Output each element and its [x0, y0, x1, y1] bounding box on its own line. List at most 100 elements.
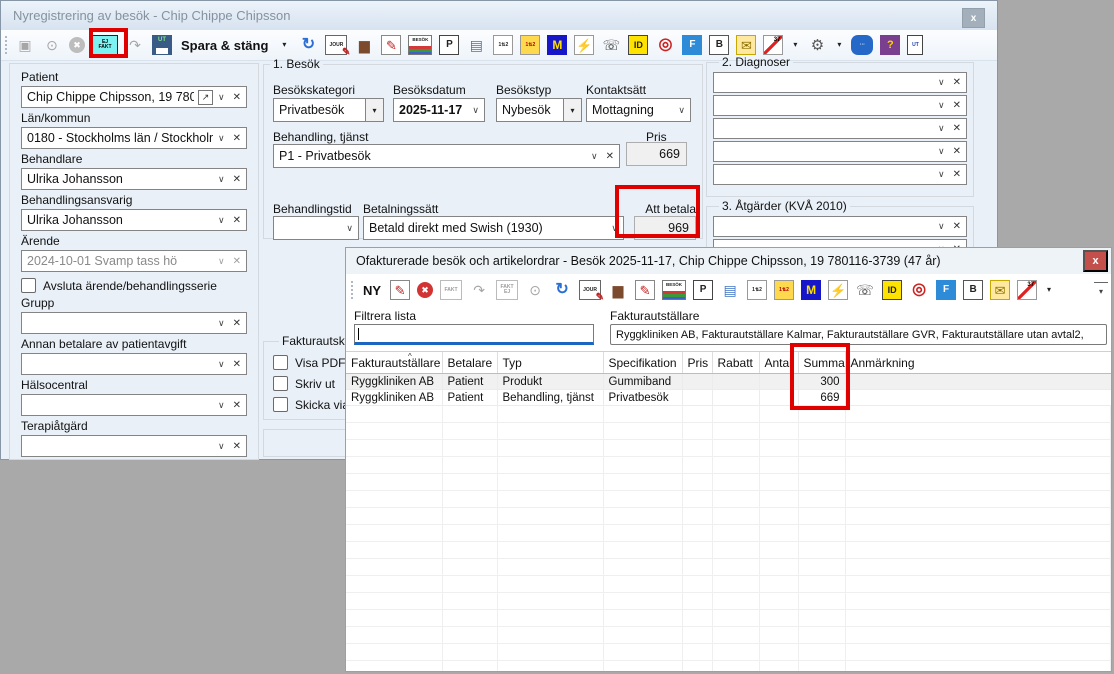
chevron-down-icon[interactable]: ▾	[365, 99, 383, 121]
checkbox[interactable]	[273, 376, 288, 391]
send-journal-icon[interactable]: ⚡	[574, 35, 594, 55]
notebook-icon[interactable]: ▤	[720, 280, 740, 300]
f-window-icon[interactable]: F	[682, 35, 702, 55]
close-icon[interactable]: x	[1083, 250, 1108, 272]
f-window-icon[interactable]: F	[936, 280, 956, 300]
medicine-icon[interactable]: ···	[851, 35, 873, 55]
chevron-down-icon[interactable]: ∨	[218, 318, 225, 329]
settings-12-alt-icon[interactable]: 1⇅2	[774, 280, 794, 300]
chevron-down-icon[interactable]: ∨	[938, 77, 945, 88]
note-edit-icon[interactable]: ✎	[635, 280, 655, 300]
clear-icon[interactable]: ✕	[233, 215, 241, 226]
settings-12-icon[interactable]: 1⇅2	[493, 35, 513, 55]
clear-icon[interactable]: ✕	[233, 318, 241, 329]
atgard-combobox-1[interactable]: ∨✕	[713, 216, 967, 237]
kontaktsatt-combobox[interactable]: Mottagning ∨	[586, 98, 691, 122]
delete-icon[interactable]: ✖	[417, 282, 433, 298]
clear-icon[interactable]: ✕	[953, 146, 961, 157]
save-icon[interactable]: UT	[152, 35, 172, 55]
chevron-down-icon[interactable]: ∨	[591, 151, 598, 162]
b-document-icon[interactable]: B	[963, 280, 983, 300]
thermometer-icon[interactable]: 37	[763, 35, 783, 55]
clear-icon[interactable]: ✕	[233, 256, 241, 267]
chevron-down-icon[interactable]: ∨	[218, 174, 225, 185]
patient-field--rende[interactable]: 2024-10-01 Svamp tass hö∨✕	[21, 250, 247, 272]
patient-field-behandlingsansvarig[interactable]: Ulrika Johansson∨✕	[21, 209, 247, 231]
patient-field-patient[interactable]: Chip Chippe Chipsson, 19 780116↗∨✕	[21, 86, 247, 108]
open-record-icon[interactable]: ↗	[198, 90, 213, 105]
chevron-down-icon[interactable]: ∨	[218, 441, 225, 452]
diagnos-combobox-5[interactable]: ∨✕	[713, 164, 967, 185]
chevron-down-icon[interactable]: ∨	[938, 123, 945, 134]
patient-field-terapi-tg-rd[interactable]: ∨✕	[21, 435, 247, 457]
clear-icon[interactable]: ✕	[233, 92, 241, 103]
lifebuoy-icon[interactable]: ◎	[909, 280, 929, 300]
help-book-icon[interactable]: ?	[880, 35, 900, 55]
clear-icon[interactable]: ✕	[233, 400, 241, 411]
patient-field-h-lsocentral[interactable]: ∨✕	[21, 394, 247, 416]
besok-list-icon[interactable]: BESÖK	[408, 35, 432, 55]
chevron-down-icon[interactable]: ∨	[346, 223, 353, 234]
chevron-down-icon[interactable]: ▾	[563, 99, 581, 121]
col-header-typ[interactable]: Typ	[497, 352, 603, 374]
refresh-icon[interactable]: ↻	[552, 280, 572, 300]
clear-icon[interactable]: ✕	[953, 123, 961, 134]
clear-icon[interactable]: ✕	[953, 100, 961, 111]
b-document-icon[interactable]: B	[709, 35, 729, 55]
copy-icon[interactable]: ▣	[15, 35, 35, 55]
notebook-icon[interactable]: ▤	[466, 35, 486, 55]
patient-field-grupp[interactable]: ∨✕	[21, 312, 247, 334]
stamp-icon[interactable]: ⊙	[42, 35, 62, 55]
journal-icon[interactable]: JOUR	[325, 35, 347, 55]
note-edit-icon[interactable]: ✎	[381, 35, 401, 55]
fakt-icon[interactable]: FAKT	[440, 280, 462, 300]
settings-12-icon[interactable]: 1⇅2	[747, 280, 767, 300]
briefcase-icon[interactable]: ▆	[354, 35, 374, 55]
goto-journal-icon[interactable]: ↷	[469, 280, 489, 300]
thermometer-icon[interactable]: 37	[1017, 280, 1037, 300]
patient-field-behandlare[interactable]: Ulrika Johansson∨✕	[21, 168, 247, 190]
besoksdatum-datepicker[interactable]: 2025-11-17 ∨	[393, 98, 485, 122]
envelope-icon[interactable]: ✉	[990, 280, 1010, 300]
envelope-icon[interactable]: ✉	[736, 35, 756, 55]
diagnos-combobox-2[interactable]: ∨✕	[713, 95, 967, 116]
behandlingstid-combobox[interactable]: ∨	[273, 216, 359, 240]
col-header-betalare[interactable]: Betalare	[442, 352, 497, 374]
chevron-down-icon[interactable]: ∨	[472, 105, 479, 116]
send-journal-icon[interactable]: ⚡	[828, 280, 848, 300]
diagnos-combobox-1[interactable]: ∨✕	[713, 72, 967, 93]
diagnos-combobox-4[interactable]: ∨✕	[713, 141, 967, 162]
phone-sms-icon[interactable]: ☏	[855, 280, 875, 300]
clear-icon[interactable]: ✕	[953, 77, 961, 88]
table-row[interactable]: Ryggkliniken ABPatientBehandling, tjänst…	[346, 390, 1111, 406]
close-icon[interactable]: x	[962, 8, 985, 28]
table-row[interactable]: Ryggkliniken ABPatientProduktGummiband30…	[346, 374, 1111, 390]
behandling-combobox[interactable]: P1 - Privatbesök ∨ ✕	[273, 144, 620, 168]
stamp-icon[interactable]: ⊙	[525, 280, 545, 300]
chevron-down-icon[interactable]: ∨	[678, 105, 685, 116]
col-header-pris[interactable]: Pris	[682, 352, 712, 374]
clear-icon[interactable]: ✕	[233, 174, 241, 185]
thermometer-caret-icon[interactable]: ▾	[1044, 280, 1054, 300]
clear-icon[interactable]: ✕	[233, 359, 241, 370]
besokstyp-combobox[interactable]: Nybesök ▾	[496, 98, 582, 122]
chevron-down-icon[interactable]: ∨	[938, 100, 945, 111]
briefcase-icon[interactable]: ▆	[608, 280, 628, 300]
patient-field-l-n-kommun[interactable]: 0180 - Stockholms län / Stockholm∨✕	[21, 127, 247, 149]
tools-icon[interactable]: ⚙	[807, 35, 827, 55]
checkbox[interactable]	[273, 397, 288, 412]
settings-12-alt-icon[interactable]: 1⇅2	[520, 35, 540, 55]
filter-list-input[interactable]	[354, 324, 594, 345]
id-icon[interactable]: ID	[628, 35, 648, 55]
chevron-down-icon[interactable]: ∨	[938, 169, 945, 180]
chevron-down-icon[interactable]: ∨	[218, 256, 225, 267]
p-folder-icon[interactable]: P	[693, 280, 713, 300]
save-menu-caret-icon[interactable]: ▾	[277, 35, 291, 55]
betalningssatt-combobox[interactable]: Betald direkt med Swish (1930) ∨	[363, 216, 624, 240]
goto-journal-icon[interactable]: ↷	[125, 35, 145, 55]
clear-icon[interactable]: ✕	[233, 133, 241, 144]
invoice-issuer-input[interactable]: Ryggkliniken AB, Fakturautställare Kalma…	[610, 324, 1107, 345]
chevron-down-icon[interactable]: ∨	[938, 221, 945, 232]
col-header-anm-rkning[interactable]: Anmärkning	[845, 352, 1111, 374]
chevron-down-icon[interactable]: ∨	[218, 359, 225, 370]
